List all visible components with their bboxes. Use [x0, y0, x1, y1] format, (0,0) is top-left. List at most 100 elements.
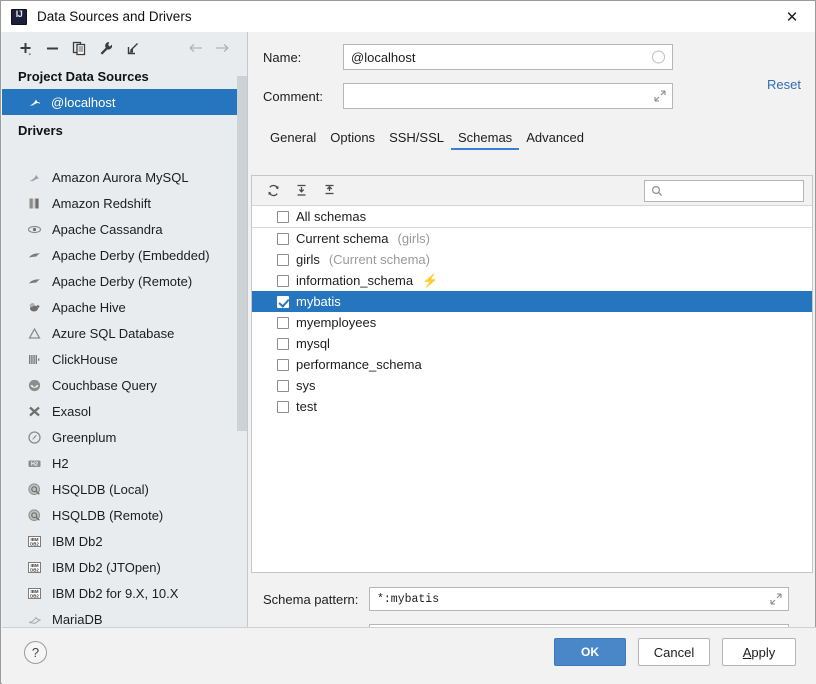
name-input[interactable]: @localhost: [343, 44, 673, 70]
schema-row-all-schemas[interactable]: All schemas: [252, 206, 812, 228]
driver-label: Couchbase Query: [52, 378, 157, 393]
name-label: Name:: [263, 50, 343, 65]
schema-checkbox[interactable]: [277, 338, 289, 350]
wrench-icon[interactable]: [93, 35, 120, 61]
driver-item-azure-sql-database[interactable]: Azure SQL Database: [2, 320, 247, 346]
schema-row-girls[interactable]: girls (Current schema): [252, 249, 812, 270]
driver-item-hsqldb-local[interactable]: HSQLDB (Local): [2, 476, 247, 502]
schema-row-mybatis[interactable]: mybatis: [252, 291, 812, 312]
tab-ssh-ssl[interactable]: SSH/SSL: [382, 125, 451, 150]
driver-item-couchbase-query[interactable]: Couchbase Query: [2, 372, 247, 398]
schema-checkbox[interactable]: [277, 317, 289, 329]
driver-item-hsqldb-remote[interactable]: HSQLDB (Remote): [2, 502, 247, 528]
sidebar-scrollbar-thumb[interactable]: [237, 76, 247, 431]
tab-schemas[interactable]: Schemas: [451, 125, 519, 150]
driver-item-greenplum[interactable]: Greenplum: [2, 424, 247, 450]
driver-item-h2[interactable]: H2 H2: [2, 450, 247, 476]
driver-item-mariadb[interactable]: MariaDB: [2, 606, 247, 627]
schema-pattern-input[interactable]: *:mybatis: [369, 587, 789, 611]
driver-item-ibm-db2-9x-10x[interactable]: IBM DB2 IBM Db2 for 9.X, 10.X: [2, 580, 247, 606]
driver-item-clickhouse[interactable]: ClickHouse: [2, 346, 247, 372]
schemas-tab-panel: All schemas Current schema (girls) girls…: [251, 175, 813, 573]
apply-button[interactable]: Apply: [722, 638, 796, 666]
driver-item-ibm-db2[interactable]: IBM DB2 IBM Db2: [2, 528, 247, 554]
driver-item-amazon-redshift[interactable]: Amazon Redshift: [2, 190, 247, 216]
driver-item-amazon-aurora-mysql[interactable]: Amazon Aurora MySQL: [2, 164, 247, 190]
lightning-icon: ⚡: [422, 273, 438, 289]
schema-row-current-schema[interactable]: Current schema (girls): [252, 228, 812, 249]
reset-button[interactable]: Reset: [767, 77, 801, 92]
driver-label: Apache Derby (Embedded): [52, 248, 210, 263]
schema-checkbox[interactable]: [277, 401, 289, 413]
schema-row-test[interactable]: test: [252, 396, 812, 417]
driver-item-apache-derby-embedded[interactable]: Apache Derby (Embedded): [2, 242, 247, 268]
tab-general[interactable]: General: [263, 125, 323, 150]
help-button[interactable]: ?: [24, 641, 47, 664]
dialog-footer: ? OK Cancel Apply: [2, 627, 816, 684]
search-field[interactable]: [669, 184, 799, 198]
comment-label: Comment:: [263, 89, 343, 104]
drivers-list[interactable]: Amazon Aurora MySQL Amazon Redshift: [2, 164, 247, 627]
driver-item-ibm-db2-jtopen[interactable]: IBM DB2 IBM Db2 (JTOpen): [2, 554, 247, 580]
ok-button[interactable]: OK: [554, 638, 626, 666]
close-icon[interactable]: ✕: [769, 1, 815, 32]
add-button[interactable]: [12, 35, 39, 61]
schema-row-performance-schema[interactable]: performance_schema: [252, 354, 812, 375]
details-panel: Name: @localhost Comment: Reset General: [249, 32, 815, 627]
schema-label: All schemas: [296, 209, 366, 224]
ibm-db2-icon: IBM DB2: [26, 585, 42, 601]
mysql-dolphin-icon: [26, 169, 42, 185]
back-arrow-icon[interactable]: [183, 35, 209, 61]
driver-item-apache-hive[interactable]: Apache Hive: [2, 294, 247, 320]
redshift-icon: [26, 195, 42, 211]
expand-editor-icon[interactable]: [770, 593, 782, 605]
schema-checkbox[interactable]: [277, 275, 289, 287]
comment-input[interactable]: [343, 83, 673, 109]
greenplum-icon: [26, 429, 42, 445]
driver-item-apache-cassandra[interactable]: Apache Cassandra: [2, 216, 247, 242]
search-icon: [651, 185, 663, 197]
tab-options[interactable]: Options: [323, 125, 382, 150]
cassandra-eye-icon: [26, 221, 42, 237]
couchbase-icon: [26, 377, 42, 393]
svg-text:DB2: DB2: [30, 567, 39, 572]
schema-row-sys[interactable]: sys: [252, 375, 812, 396]
cancel-button[interactable]: Cancel: [638, 638, 710, 666]
schema-checkbox[interactable]: [277, 296, 289, 308]
sidebar-scrollbar[interactable]: [237, 64, 247, 627]
schema-label: mybatis: [296, 294, 341, 309]
driver-label: Amazon Redshift: [52, 196, 151, 211]
schema-row-mysql[interactable]: mysql: [252, 333, 812, 354]
tab-bar: General Options SSH/SSL Schemas Advanced: [263, 123, 815, 150]
hsqldb-icon: [26, 481, 42, 497]
driver-label: Azure SQL Database: [52, 326, 174, 341]
schema-row-information-schema[interactable]: information_schema ⚡: [252, 270, 812, 291]
schema-checkbox[interactable]: [277, 211, 289, 223]
hsqldb-icon: [26, 507, 42, 523]
expand-all-icon[interactable]: [288, 179, 314, 203]
expand-editor-icon[interactable]: [654, 90, 666, 102]
schema-row-myemployees[interactable]: myemployees: [252, 312, 812, 333]
schemas-list[interactable]: All schemas Current schema (girls) girls…: [252, 206, 812, 572]
tab-advanced[interactable]: Advanced: [519, 125, 591, 150]
remove-button[interactable]: [39, 35, 66, 61]
refresh-icon[interactable]: [260, 179, 286, 203]
driver-item-apache-derby-remote[interactable]: Apache Derby (Remote): [2, 268, 247, 294]
window-title: Data Sources and Drivers: [37, 9, 192, 24]
schema-checkbox[interactable]: [277, 233, 289, 245]
collapse-all-icon[interactable]: [316, 179, 342, 203]
forward-arrow-icon[interactable]: [209, 35, 235, 61]
driver-label: Apache Cassandra: [52, 222, 163, 237]
copy-button[interactable]: [66, 35, 93, 61]
driver-label: H2: [52, 456, 69, 471]
driver-item-exasol[interactable]: Exasol: [2, 398, 247, 424]
schema-checkbox[interactable]: [277, 380, 289, 392]
sidebar-item-localhost[interactable]: @localhost: [2, 89, 247, 115]
ibm-db2-icon: IBM DB2: [26, 559, 42, 575]
schema-checkbox[interactable]: [277, 359, 289, 371]
connection-status-icon: [652, 51, 665, 64]
name-input-value: @localhost: [351, 50, 416, 65]
search-input[interactable]: [644, 180, 804, 202]
schema-checkbox[interactable]: [277, 254, 289, 266]
import-button[interactable]: [120, 35, 147, 61]
